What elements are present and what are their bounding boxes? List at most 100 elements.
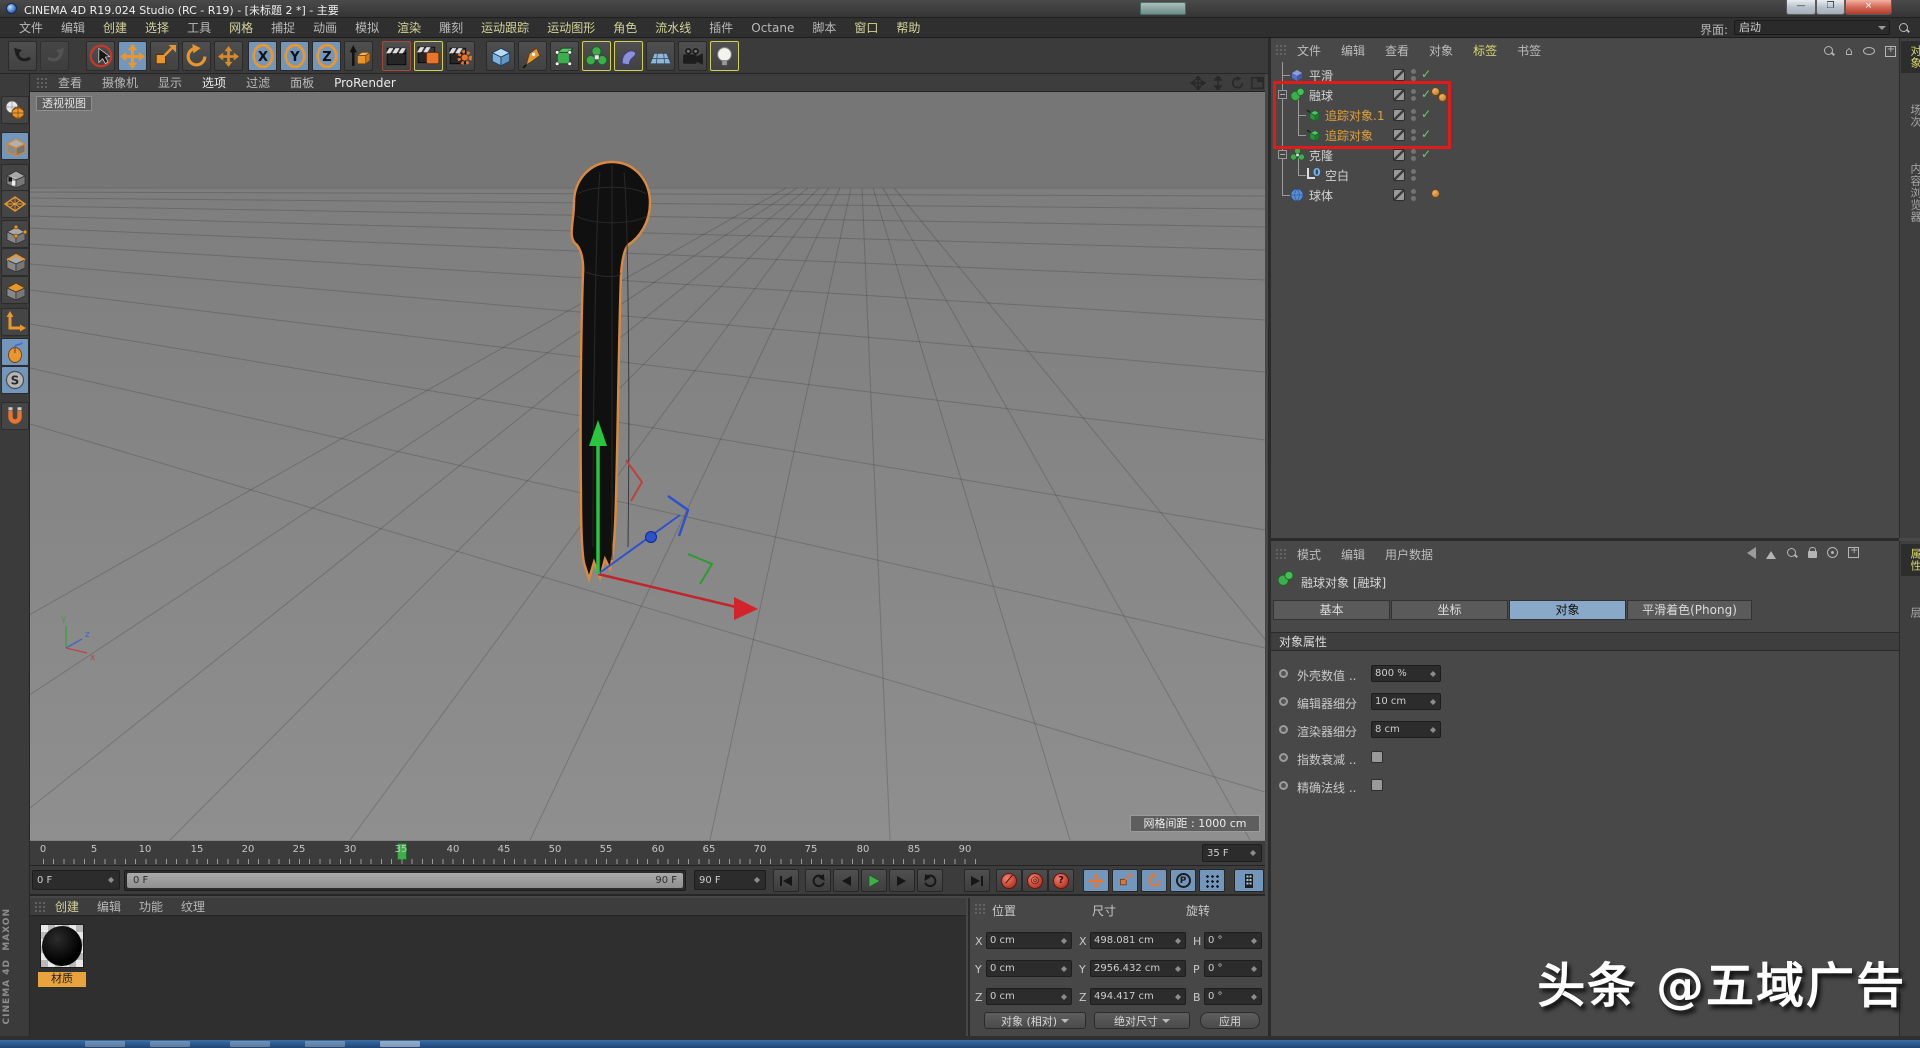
menu-mesh[interactable]: 网格 [220, 19, 262, 36]
magnet-snap-button[interactable] [1, 402, 29, 430]
close-button[interactable]: × [1845, 0, 1892, 15]
hull-value-input[interactable]: 800 % [1371, 665, 1441, 682]
last-tool-button[interactable] [214, 41, 243, 71]
viewport-canvas[interactable]: Yzx [30, 92, 1265, 840]
current-frame-spinner[interactable]: 35 F [1202, 844, 1262, 862]
end-frame-spinner[interactable]: 90 F [694, 870, 766, 890]
stepper-icon[interactable] [1175, 991, 1182, 1003]
stepper-icon[interactable] [1430, 696, 1437, 708]
vp-menu-options[interactable]: 选项 [192, 74, 236, 91]
minimize-button[interactable]: — [1786, 0, 1816, 15]
key-position-button[interactable] [1083, 869, 1109, 892]
menu-script[interactable]: 脚本 [803, 19, 845, 36]
render-visibility-dot[interactable] [1411, 176, 1416, 181]
viewport-rotate-icon[interactable] [1230, 76, 1246, 90]
live-selection-button[interactable] [86, 41, 115, 71]
taskbar-item[interactable] [150, 1041, 190, 1047]
up-level-icon[interactable] [1766, 546, 1776, 559]
am-menu-mode[interactable]: 模式 [1287, 546, 1331, 563]
mat-menu-function[interactable]: 功能 [130, 898, 172, 915]
key-parameter-button[interactable]: P [1170, 869, 1196, 892]
editor-visibility-dot[interactable] [1411, 189, 1416, 194]
menu-octane[interactable]: Octane [742, 21, 803, 35]
drag-grip[interactable] [36, 77, 48, 89]
rotate-tool-button[interactable] [182, 41, 211, 71]
edges-mode-button[interactable] [1, 248, 29, 276]
stepper-icon[interactable] [1251, 991, 1258, 1003]
stepper-icon[interactable] [1175, 963, 1182, 975]
history-back-icon[interactable] [1741, 547, 1756, 559]
enabled-check[interactable]: ✓ [1421, 147, 1431, 161]
stepper-icon[interactable] [1251, 963, 1258, 975]
goto-end-button[interactable] [964, 869, 990, 892]
new-window-icon[interactable] [1885, 46, 1896, 57]
editor-subdivision-input[interactable]: 10 cm [1371, 693, 1441, 710]
menu-window[interactable]: 窗口 [845, 19, 887, 36]
viewport[interactable]: 查看 摄像机 显示 选项 过滤 面板 ProRender [30, 74, 1265, 841]
om-menu-tags[interactable]: 标签 [1463, 42, 1507, 59]
menu-plugins[interactable]: 插件 [700, 19, 742, 36]
timeline-ruler[interactable]: 0 5 10 15 20 25 30 35 40 45 50 55 60 65 … [30, 841, 1265, 866]
material-list[interactable]: 材质 [30, 916, 966, 1036]
layer-chip[interactable] [1393, 69, 1405, 81]
viewport-maximize-icon[interactable] [1250, 76, 1266, 90]
vp-menu-panel[interactable]: 面板 [280, 74, 324, 91]
workplane-mode-button[interactable] [1, 190, 29, 218]
search-icon[interactable] [1823, 45, 1835, 57]
taskbar-item[interactable] [85, 1041, 125, 1047]
play-button[interactable] [861, 869, 887, 892]
stepper-icon[interactable] [1175, 935, 1182, 947]
am-menu-edit[interactable]: 编辑 [1331, 546, 1375, 563]
move-tool-button[interactable] [118, 41, 147, 71]
menu-help[interactable]: 帮助 [887, 19, 929, 36]
new-window-icon[interactable] [1848, 547, 1859, 558]
stepper-icon[interactable] [1430, 668, 1437, 680]
deformers-button[interactable] [614, 41, 643, 71]
undo-button[interactable] [8, 41, 37, 71]
path-filter-icon[interactable] [1863, 47, 1875, 55]
editor-visibility-dot[interactable] [1411, 149, 1416, 154]
key-scale-button[interactable] [1112, 869, 1138, 892]
size-mode-dropdown[interactable]: 绝对尺寸 [1094, 1012, 1190, 1029]
model-mode-button[interactable] [1, 132, 29, 160]
stepper-icon[interactable] [1430, 724, 1437, 736]
drag-grip[interactable] [974, 903, 986, 915]
viewport-zoom-icon[interactable] [1210, 76, 1226, 90]
om-menu-file[interactable]: 文件 [1287, 42, 1331, 59]
goto-start-button[interactable] [773, 869, 799, 892]
stepper-icon[interactable] [1061, 935, 1068, 947]
windows-taskbar[interactable] [0, 1040, 1920, 1048]
side-tab-takes[interactable]: 场次 [1901, 100, 1920, 132]
om-menu-bookmarks[interactable]: 书签 [1507, 42, 1551, 59]
autokey-button[interactable]: ◎ [1022, 869, 1048, 892]
coordinate-system-button[interactable] [344, 41, 373, 71]
lock-z-axis-button[interactable]: Z [312, 41, 341, 71]
menu-animate[interactable]: 动画 [304, 19, 346, 36]
stepper-icon[interactable] [108, 874, 115, 886]
timeline-window-button[interactable] [1234, 869, 1264, 892]
stepper-icon[interactable] [754, 874, 761, 886]
vp-menu-prorender[interactable]: ProRender [324, 76, 406, 90]
panel-divider[interactable] [1271, 538, 1899, 541]
layer-chip[interactable] [1393, 149, 1405, 161]
size-y-input[interactable]: 2956.432 cm [1090, 960, 1186, 977]
menu-pipeline[interactable]: 流水线 [646, 19, 700, 36]
anim-ring-icon[interactable] [1279, 725, 1288, 734]
menu-render[interactable]: 渲染 [388, 19, 430, 36]
next-frame-button[interactable] [889, 869, 915, 892]
pos-x-input[interactable]: 0 cm [986, 932, 1072, 949]
vp-menu-view[interactable]: 查看 [48, 74, 92, 91]
object-row-sphere[interactable]: 球体 [1271, 185, 1899, 205]
lock-x-axis-button[interactable]: X [248, 41, 277, 71]
editor-visibility-dot[interactable] [1411, 169, 1416, 174]
render-settings-button[interactable] [446, 41, 475, 71]
menu-snap[interactable]: 捕捉 [262, 19, 304, 36]
lock-icon[interactable] [1808, 551, 1817, 558]
render-view-button[interactable] [382, 41, 411, 71]
pos-z-input[interactable]: 0 cm [986, 988, 1072, 1005]
stepper-icon[interactable] [1251, 935, 1258, 947]
menu-select[interactable]: 选择 [136, 19, 178, 36]
stepper-icon[interactable] [1061, 963, 1068, 975]
taskbar-item[interactable] [305, 1041, 345, 1047]
anim-ring-icon[interactable] [1279, 697, 1288, 706]
